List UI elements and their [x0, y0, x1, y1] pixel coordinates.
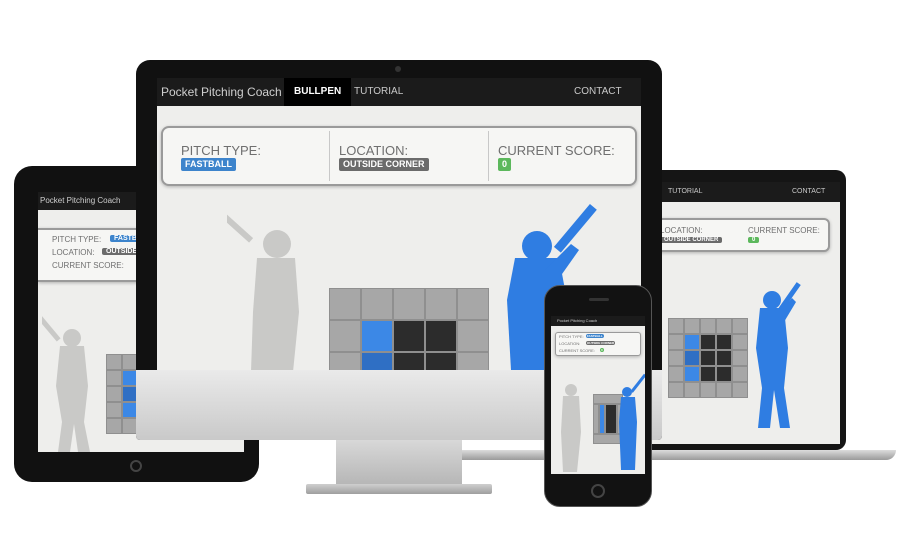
zone-cell-selected[interactable]: [361, 352, 393, 370]
zone-cell[interactable]: [457, 352, 489, 370]
nav-bullpen[interactable]: BULLPEN: [284, 78, 352, 106]
laptop-score-label: CURRENT SCORE:: [748, 226, 820, 235]
zone-cell[interactable]: [361, 288, 393, 320]
phone-location-label: LOCATION:: [559, 341, 581, 346]
score-badge: 0: [498, 158, 512, 171]
laptop-batter-figure: [756, 282, 801, 428]
laptop-nav-contact[interactable]: CONTACT: [792, 188, 825, 195]
tablet-status-panel: PITCH TYPE: FASTBA LOCATION: OUTSIDE CUR…: [38, 228, 150, 282]
laptop-base: [428, 450, 896, 460]
zone-cell[interactable]: [732, 318, 748, 334]
zone-cell[interactable]: [684, 318, 700, 334]
phone-batter-figure: [619, 373, 645, 470]
shadow-batter: [227, 207, 299, 370]
phone-location-badge: OUTSIDE CORNER: [586, 341, 616, 345]
laptop-navbar: TUTORIAL CONTACT: [632, 182, 840, 202]
location-badge: OUTSIDE CORNER: [339, 158, 429, 171]
phone-status-panel: PITCH TYPE: FASTBALL LOCATION: OUTSIDE C…: [555, 332, 641, 356]
zone-cell[interactable]: [700, 334, 716, 350]
zone-cell[interactable]: [716, 350, 732, 366]
zone-cell[interactable]: [106, 402, 122, 418]
phone-score-label: CURRENT SCORE:: [559, 348, 595, 353]
zone-cell-selected[interactable]: [361, 320, 393, 352]
zone-cell[interactable]: [700, 318, 716, 334]
laptop-location-label: LOCATION:: [660, 226, 703, 235]
zone-cell[interactable]: [700, 366, 716, 382]
tablet-shadow-batter: [42, 315, 90, 452]
zone-cell[interactable]: [732, 382, 748, 398]
zone-cell[interactable]: [668, 366, 684, 382]
zone-cell[interactable]: [716, 382, 732, 398]
zone-cell[interactable]: [593, 404, 599, 434]
laptop-strike-zone[interactable]: [668, 318, 748, 416]
location-label: LOCATION:: [339, 143, 409, 158]
nav-tutorial[interactable]: TUTORIAL: [354, 78, 403, 106]
zone-cell[interactable]: [393, 352, 425, 370]
phone-home-button[interactable]: [591, 484, 605, 498]
zone-cell-selected[interactable]: [684, 334, 700, 350]
phone-screen: Pocket Pitching Coach PITCH TYPE: FASTBA…: [551, 316, 645, 474]
zone-cell[interactable]: [732, 334, 748, 350]
tablet-location-label: LOCATION:: [52, 248, 95, 257]
phone-navbar: Pocket Pitching Coach: [551, 316, 645, 326]
zone-cell[interactable]: [605, 404, 617, 434]
monitor-camera: [395, 66, 401, 72]
strike-zone-grid[interactable]: [329, 288, 489, 370]
zone-cell[interactable]: [106, 418, 122, 434]
zone-cell[interactable]: [732, 350, 748, 366]
zone-cell[interactable]: [668, 382, 684, 398]
zone-cell[interactable]: [106, 370, 122, 386]
status-panel: PITCH TYPE: FASTBALL LOCATION: OUTSIDE C…: [161, 126, 637, 186]
zone-cell-selected[interactable]: [684, 366, 700, 382]
zone-cell[interactable]: [684, 382, 700, 398]
phone-score-badge: 0: [600, 348, 604, 352]
phone-pitch-type-badge: FASTBALL: [586, 334, 604, 338]
score-label: CURRENT SCORE:: [498, 143, 615, 158]
monitor-stand: [336, 440, 462, 486]
tablet-pitch-type-label: PITCH TYPE:: [52, 235, 102, 244]
zone-cell[interactable]: [668, 334, 684, 350]
laptop-score-badge: 0: [748, 237, 760, 243]
zone-cell[interactable]: [425, 320, 457, 352]
zone-cell[interactable]: [329, 320, 361, 352]
nav-contact[interactable]: CONTACT: [574, 78, 622, 106]
tablet-brand[interactable]: Pocket Pitching Coach: [40, 196, 121, 205]
monitor-navbar: Pocket Pitching Coach BULLPEN TUTORIAL C…: [157, 78, 641, 106]
panel-divider: [329, 131, 330, 181]
zone-cell[interactable]: [716, 366, 732, 382]
zone-cell[interactable]: [393, 320, 425, 352]
pitch-type-badge: FASTBALL: [181, 158, 236, 171]
zone-cell[interactable]: [425, 352, 457, 370]
zone-cell-selected[interactable]: [684, 350, 700, 366]
zone-cell[interactable]: [329, 352, 361, 370]
zone-cell[interactable]: [700, 382, 716, 398]
app-brand[interactable]: Pocket Pitching Coach: [161, 85, 282, 99]
zone-cell[interactable]: [329, 288, 361, 320]
phone-brand[interactable]: Pocket Pitching Coach: [557, 318, 597, 323]
phone-device: Pocket Pitching Coach PITCH TYPE: FASTBA…: [544, 285, 652, 507]
laptop-nav-tutorial[interactable]: TUTORIAL: [668, 188, 703, 195]
zone-cell[interactable]: [732, 366, 748, 382]
pitch-type-label: PITCH TYPE:: [181, 143, 261, 158]
zone-cell[interactable]: [668, 350, 684, 366]
zone-cell[interactable]: [106, 386, 122, 402]
zone-cell[interactable]: [393, 288, 425, 320]
tablet-home-button[interactable]: [130, 460, 142, 472]
zone-cell[interactable]: [668, 318, 684, 334]
phone-speaker: [589, 298, 609, 301]
laptop-location-badge: OUTSIDE CORNER: [660, 237, 723, 243]
phone-pitch-type-label: PITCH TYPE:: [559, 334, 584, 339]
zone-cell[interactable]: [700, 350, 716, 366]
zone-cell[interactable]: [716, 334, 732, 350]
tablet-score-label: CURRENT SCORE:: [52, 261, 124, 270]
phone-shadow-batter: [561, 384, 581, 472]
zone-cell[interactable]: [457, 320, 489, 352]
monitor-stand-base: [306, 484, 492, 494]
zone-cell[interactable]: [716, 318, 732, 334]
zone-cell[interactable]: [106, 354, 122, 370]
panel-divider: [488, 131, 489, 181]
laptop-screen: TUTORIAL CONTACT LOCATION: OUTSIDE CORNE…: [632, 182, 840, 444]
zone-cell[interactable]: [425, 288, 457, 320]
zone-cell[interactable]: [457, 288, 489, 320]
